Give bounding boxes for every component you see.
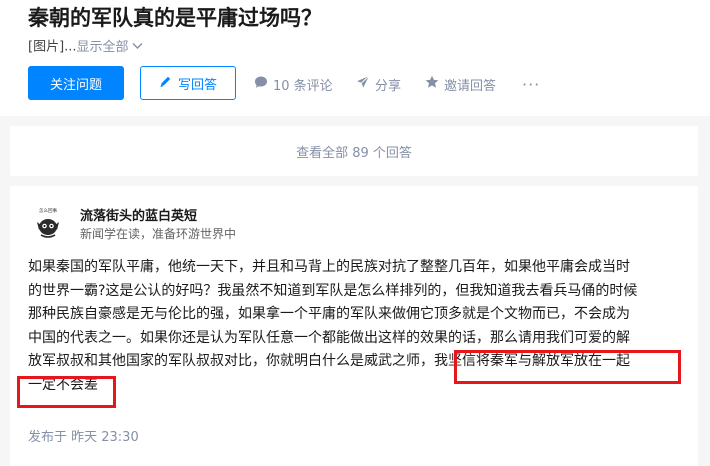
answer-line: 放军叔叔和其他国家的军队叔叔对比，你就明白什么是威武之师，我坚信将秦军与解放军放…: [28, 350, 680, 374]
highlighted-text: 一定不会差: [28, 376, 98, 393]
chevron-down-icon: [132, 38, 143, 56]
write-answer-button[interactable]: 写回答: [140, 66, 236, 100]
posted-time[interactable]: 发布于 昨天 23:30: [28, 426, 139, 445]
author-bio: 新闻学在读，准备环游世界中: [80, 227, 237, 241]
answer-line: 如果秦国的军队平庸，他统一天下，并且和马背上的民族对抗了整整几百年，如果他平庸会…: [28, 259, 630, 275]
show-all-label: 显示全部: [76, 39, 129, 55]
avatar-caption: 怎么回事: [39, 207, 57, 214]
highlighted-text: 我坚信将秦军与解放军放在一起: [434, 353, 630, 369]
excerpt-image-placeholder: [图片]...: [28, 39, 77, 55]
answer-content: 如果秦国的军队平庸，他统一天下，并且和马背上的民族对抗了整整几百年，如果他平庸会…: [28, 256, 680, 397]
share-button[interactable]: 分享: [356, 75, 402, 94]
view-all-answers-link[interactable]: 查看全部 89 个回答: [296, 142, 412, 161]
follow-question-button[interactable]: 关注问题: [28, 66, 124, 100]
comments-button[interactable]: 10 条评论: [254, 75, 333, 94]
answer-line: 那种民族自豪感是无与伦比的强，如果拿一个平庸的军队来做佣它顶多就是个文物而已，不…: [28, 306, 630, 322]
question-title: 秦朝的军队真的是平庸过场吗？: [28, 6, 322, 30]
comments-count: 10 条评论: [273, 78, 333, 94]
invite-answer-button[interactable]: 邀请回答: [425, 75, 497, 94]
question-header: 秦朝的军队真的是平庸过场吗？ [图片]...显示全部 关注问题 写回答 10 条…: [0, 0, 710, 116]
question-excerpt: [图片]...显示全部: [28, 38, 143, 57]
view-all-answers-bar: 查看全部 89 个回答: [10, 126, 698, 176]
avatar[interactable]: 怎么回事: [29, 204, 67, 242]
pencil-icon: [159, 75, 172, 92]
write-answer-label: 写回答: [177, 77, 217, 93]
invite-label: 邀请回答: [444, 78, 497, 94]
answer-line: 中国的代表之一。如果你还是认为军队任意一个都能做出这样的效果的话，那么请用我们可…: [28, 329, 630, 346]
comment-icon: [254, 75, 268, 93]
share-icon: [356, 75, 370, 93]
answer-line: 的世界一霸?这是公认的好吗？我虽然不知道到军队是怎么样排列的，但我知道我去看兵马…: [28, 282, 638, 299]
show-all-link[interactable]: 显示全部: [77, 40, 143, 55]
share-label: 分享: [375, 78, 402, 94]
answer-line: 一定不会差: [28, 374, 680, 398]
more-icon[interactable]: ···: [522, 75, 540, 94]
answer-card: 怎么回事 流落街头的蓝白英短 新闻学在读，准备环游世界中 如果秦国的军队平庸，他…: [10, 186, 698, 466]
star-icon: [425, 75, 439, 93]
author-name[interactable]: 流落街头的蓝白英短: [80, 205, 197, 224]
answer-line-plain: 放军叔叔和其他国家的军队叔叔对比，你就明白什么是威武之师，: [28, 353, 434, 369]
